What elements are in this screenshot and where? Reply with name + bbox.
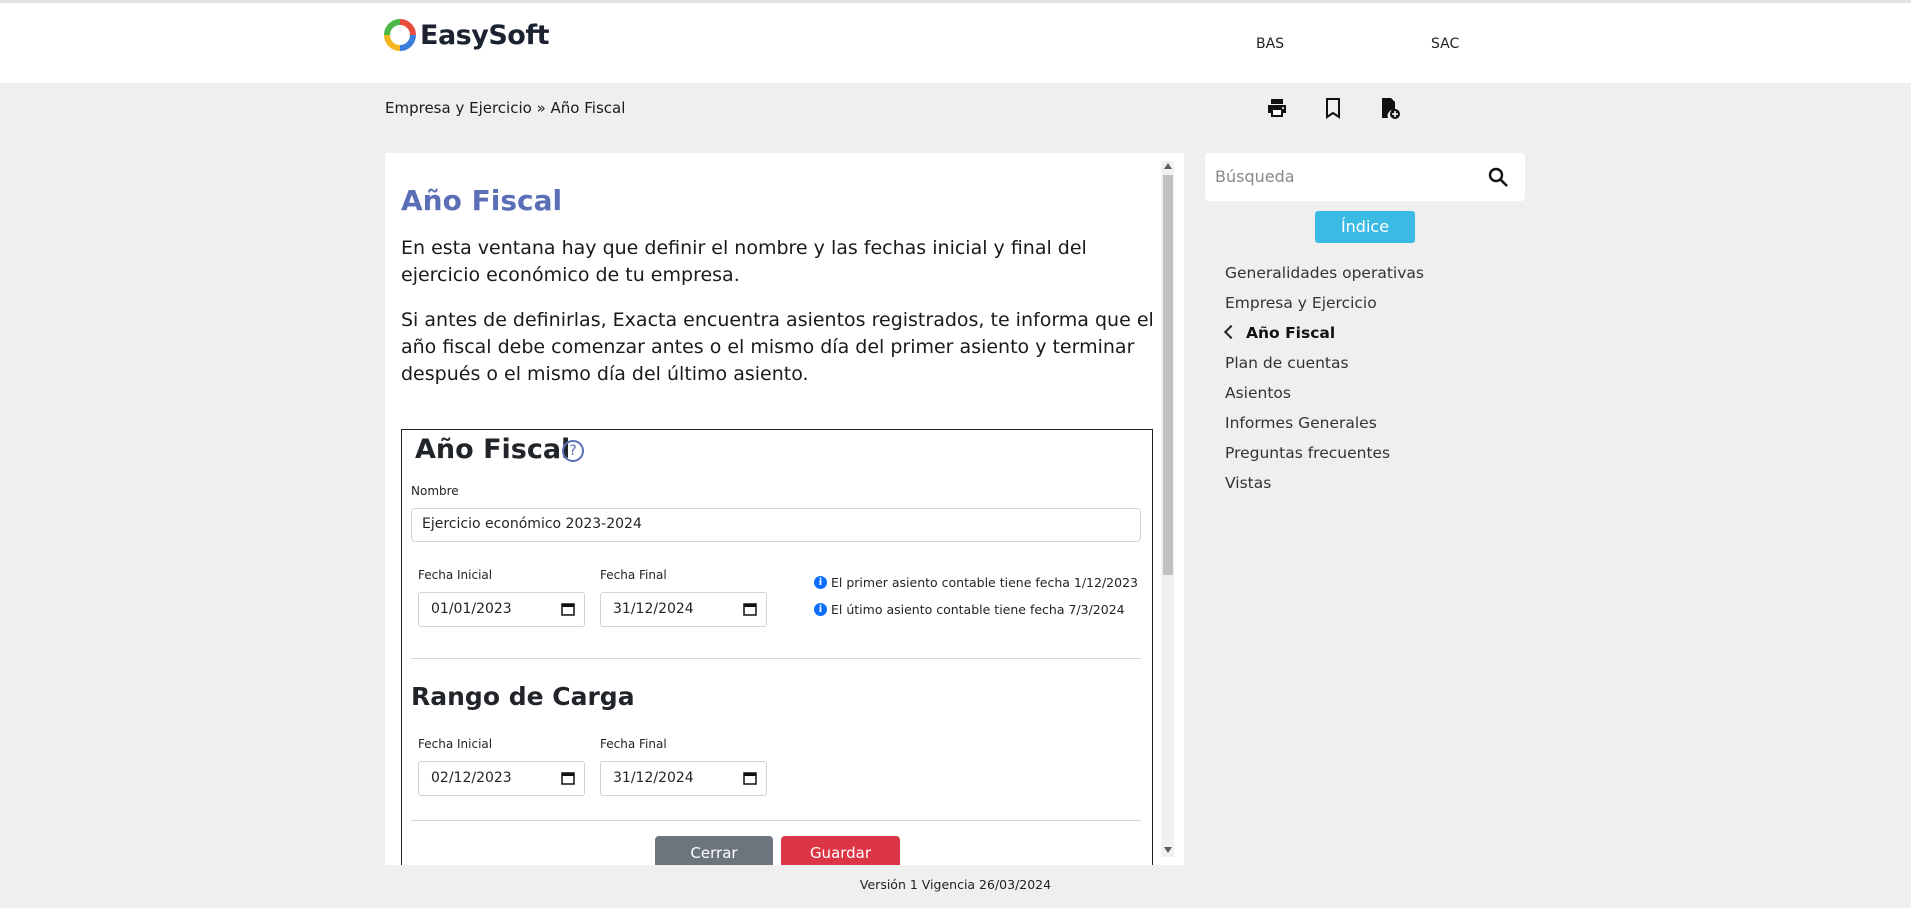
sidebar-item-generalidades[interactable]: Generalidades operativas <box>1225 262 1424 292</box>
breadcrumb[interactable]: Empresa y Ejercicio » Año Fiscal <box>385 99 625 117</box>
rango-final-value: 31/12/2024 <box>613 770 694 786</box>
article-paragraph: Si antes de definirlas, Exacta encuentra… <box>401 309 1154 385</box>
scroll-down-arrow-icon[interactable] <box>1164 847 1172 853</box>
info-text: El primer asiento contable tiene fecha 1… <box>831 575 1138 590</box>
bookmark-icon[interactable] <box>1321 96 1345 120</box>
brand-name: EasySoft <box>420 19 549 51</box>
calendar-icon[interactable] <box>561 771 575 785</box>
sidebar-item-plan-cuentas[interactable]: Plan de cuentas <box>1225 352 1424 382</box>
fecha-final-label: Fecha Final <box>600 568 667 582</box>
scrollbar-thumb[interactable] <box>1163 175 1173 575</box>
calendar-icon[interactable] <box>561 602 575 616</box>
name-label: Nombre <box>411 484 459 498</box>
info-icon: i <box>814 603 827 616</box>
rango-final-label: Fecha Final <box>600 737 667 751</box>
form-title: Año Fiscal <box>415 434 571 465</box>
fecha-inicial-input[interactable]: 01/01/2023 <box>418 592 585 627</box>
calendar-icon[interactable] <box>743 602 757 616</box>
document-add-icon[interactable] <box>1377 96 1401 120</box>
search-icon[interactable] <box>1487 166 1509 188</box>
sidebar-item-asientos[interactable]: Asientos <box>1225 382 1424 412</box>
nav-link-sac[interactable]: SAC <box>1431 36 1459 52</box>
print-icon[interactable] <box>1265 96 1289 120</box>
info-icon: i <box>814 576 827 589</box>
fecha-final-input[interactable]: 31/12/2024 <box>600 592 767 627</box>
sidebar-item-preguntas[interactable]: Preguntas frecuentes <box>1225 442 1424 472</box>
fecha-inicial-label: Fecha Inicial <box>418 568 493 582</box>
rango-title: Rango de Carga <box>411 682 635 711</box>
top-header: EasySoft BAS SAC <box>0 0 1911 83</box>
rango-inicial-value: 02/12/2023 <box>431 770 512 786</box>
brand-logo[interactable]: EasySoft <box>384 19 549 51</box>
rango-final-input[interactable]: 31/12/2024 <box>600 761 767 796</box>
search-box[interactable]: Búsqueda <box>1205 153 1525 201</box>
logo-icon <box>384 19 416 51</box>
help-icon[interactable]: ? <box>562 440 584 462</box>
article-panel: Año Fiscal En esta ventana hay que defin… <box>385 153 1184 865</box>
info-last-entry: i El útimo asiento contable tiene fecha … <box>814 602 1125 617</box>
sidebar-nav: Generalidades operativas Empresa y Ejerc… <box>1223 262 1424 502</box>
version-footer: Versión 1 Vigencia 26/03/2024 <box>859 877 1052 892</box>
calendar-icon[interactable] <box>743 771 757 785</box>
info-first-entry: i El primer asiento contable tiene fecha… <box>814 575 1138 590</box>
article-paragraph: En esta ventana hay que definir el nombr… <box>401 237 1087 286</box>
scroll-up-arrow-icon[interactable] <box>1164 163 1172 169</box>
article-body: Año Fiscal En esta ventana hay que defin… <box>401 153 1158 406</box>
divider <box>411 820 1141 821</box>
info-text: El útimo asiento contable tiene fecha 7/… <box>831 602 1125 617</box>
page-title: Año Fiscal <box>401 184 563 217</box>
sidebar-item-ano-fiscal[interactable]: Año Fiscal <box>1223 322 1424 352</box>
divider <box>411 658 1141 659</box>
save-button[interactable]: Guardar <box>781 836 900 865</box>
sidebar-item-vistas[interactable]: Vistas <box>1225 472 1424 502</box>
form-screenshot: Año Fiscal ? Nombre Ejercicio económico … <box>401 429 1153 865</box>
sidebar-item-empresa[interactable]: Empresa y Ejercicio <box>1225 292 1424 322</box>
rango-inicial-label: Fecha Inicial <box>418 737 493 751</box>
rango-inicial-input[interactable]: 02/12/2023 <box>418 761 585 796</box>
close-button[interactable]: Cerrar <box>655 836 773 865</box>
sidebar-item-label: Año Fiscal <box>1246 324 1336 342</box>
scrollbar[interactable] <box>1161 161 1174 857</box>
name-field[interactable]: Ejercicio económico 2023-2024 <box>411 508 1141 542</box>
sidebar-item-informes[interactable]: Informes Generales <box>1225 412 1424 442</box>
nav-link-bas[interactable]: BAS <box>1256 36 1284 52</box>
index-button[interactable]: Índice <box>1315 211 1415 243</box>
search-input[interactable]: Búsqueda <box>1215 167 1295 186</box>
fecha-inicial-value: 01/01/2023 <box>431 601 512 617</box>
chevron-left-icon <box>1223 324 1239 340</box>
fecha-final-value: 31/12/2024 <box>613 601 694 617</box>
